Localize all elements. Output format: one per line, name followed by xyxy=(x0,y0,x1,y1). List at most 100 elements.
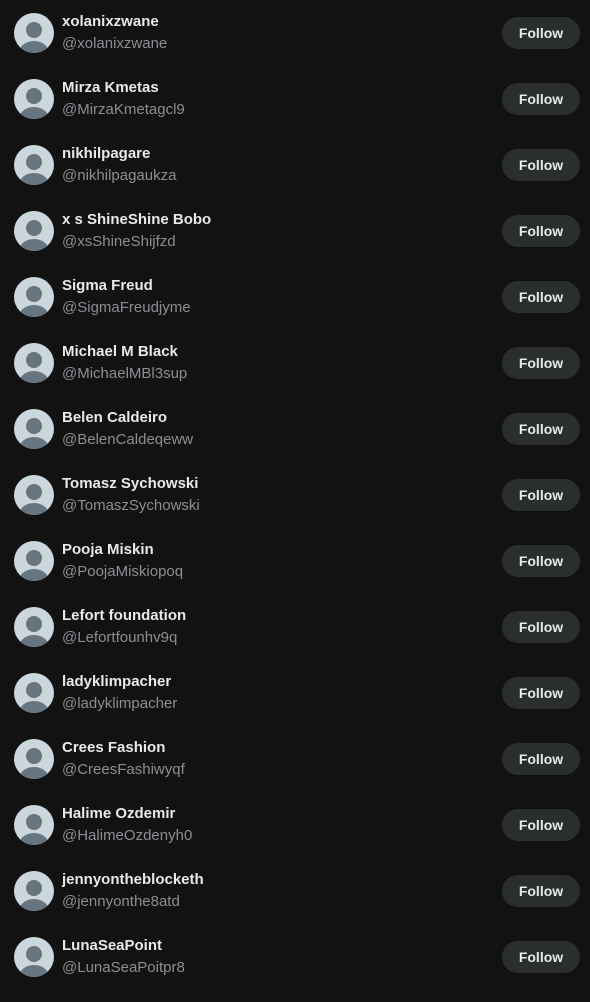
avatar-head-shape xyxy=(26,352,42,368)
default-profile-avatar-icon[interactable] xyxy=(14,871,54,911)
account-row[interactable]: Belen Caldeiro @BelenCaldeqeww Follow xyxy=(0,397,590,463)
default-profile-avatar-icon[interactable] xyxy=(14,739,54,779)
avatar-shoulders-shape xyxy=(19,107,49,119)
avatar-head-shape xyxy=(26,682,42,698)
account-handle[interactable]: @Lefortfounhv9q xyxy=(62,629,177,646)
avatar-shoulders-shape xyxy=(19,371,49,383)
avatar-head-shape xyxy=(26,286,42,302)
account-row[interactable]: nikhilpagare @nikhilpagaukza Follow xyxy=(0,133,590,199)
account-display-name[interactable]: Belen Caldeiro xyxy=(62,409,167,426)
account-display-name[interactable]: Michael M Black xyxy=(62,343,178,360)
avatar-shoulders-shape xyxy=(19,239,49,251)
default-profile-avatar-icon[interactable] xyxy=(14,937,54,977)
account-display-name[interactable]: x s ShineShine Bobo xyxy=(62,211,211,228)
default-profile-avatar-icon[interactable] xyxy=(14,277,54,317)
follow-button[interactable]: Follow xyxy=(502,281,580,313)
default-profile-avatar-icon[interactable] xyxy=(14,211,54,251)
account-row[interactable]: ladyklimpacher @ladyklimpacher Follow xyxy=(0,661,590,727)
account-handle[interactable]: @BelenCaldeqeww xyxy=(62,431,193,448)
avatar-shoulders-shape xyxy=(19,173,49,185)
account-row[interactable]: Pooja Miskin @PoojaMiskiopoq Follow xyxy=(0,529,590,595)
account-display-name[interactable]: Pooja Miskin xyxy=(62,541,154,558)
follow-button[interactable]: Follow xyxy=(502,875,580,907)
follow-button[interactable]: Follow xyxy=(502,677,580,709)
account-display-name[interactable]: Crees Fashion xyxy=(62,739,165,756)
avatar-shoulders-shape xyxy=(19,503,49,515)
avatar-head-shape xyxy=(26,880,42,896)
account-row[interactable]: Crees Fashion @CreesFashiwyqf Follow xyxy=(0,727,590,793)
avatar-head-shape xyxy=(26,748,42,764)
avatar-head-shape xyxy=(26,616,42,632)
avatar-head-shape xyxy=(26,22,42,38)
avatar-shoulders-shape xyxy=(19,767,49,779)
account-handle[interactable]: @jennyonthe8atd xyxy=(62,893,180,910)
account-display-name[interactable]: nikhilpagare xyxy=(62,145,150,162)
follow-button[interactable]: Follow xyxy=(502,149,580,181)
account-row[interactable]: xolanixzwane @xolanixzwane Follow xyxy=(0,1,590,67)
default-profile-avatar-icon[interactable] xyxy=(14,145,54,185)
avatar-head-shape xyxy=(26,484,42,500)
account-display-name[interactable]: Tomasz Sychowski xyxy=(62,475,198,492)
avatar-head-shape xyxy=(26,946,42,962)
follow-button[interactable]: Follow xyxy=(502,743,580,775)
avatar-shoulders-shape xyxy=(19,437,49,449)
avatar-shoulders-shape xyxy=(19,701,49,713)
account-display-name[interactable]: Halime Ozdemir xyxy=(62,805,175,822)
follow-button[interactable]: Follow xyxy=(502,347,580,379)
account-handle[interactable]: @xolanixzwane xyxy=(62,35,167,52)
account-handle[interactable]: @PoojaMiskiopoq xyxy=(62,563,183,580)
account-display-name[interactable]: LunaSeaPoint xyxy=(62,937,162,954)
account-display-name[interactable]: Lefort foundation xyxy=(62,607,186,624)
avatar-shoulders-shape xyxy=(19,305,49,317)
default-profile-avatar-icon[interactable] xyxy=(14,409,54,449)
default-profile-avatar-icon[interactable] xyxy=(14,79,54,119)
follow-button[interactable]: Follow xyxy=(502,611,580,643)
follow-button[interactable]: Follow xyxy=(502,83,580,115)
account-handle[interactable]: @TomaszSychowski xyxy=(62,497,200,514)
account-row[interactable]: Mirza Kmetas @MirzaKmetagcl9 Follow xyxy=(0,67,590,133)
follow-button[interactable]: Follow xyxy=(502,215,580,247)
default-profile-avatar-icon[interactable] xyxy=(14,475,54,515)
account-handle[interactable]: @nikhilpagaukza xyxy=(62,167,176,184)
avatar-shoulders-shape xyxy=(19,899,49,911)
account-handle[interactable]: @ladyklimpacher xyxy=(62,695,177,712)
account-display-name[interactable]: jennyontheblocketh xyxy=(62,871,204,888)
account-handle[interactable]: @MirzaKmetagcl9 xyxy=(62,101,185,118)
account-handle[interactable]: @SigmaFreudjyme xyxy=(62,299,191,316)
follow-button[interactable]: Follow xyxy=(502,17,580,49)
account-display-name[interactable]: ladyklimpacher xyxy=(62,673,171,690)
default-profile-avatar-icon[interactable] xyxy=(14,805,54,845)
default-profile-avatar-icon[interactable] xyxy=(14,607,54,647)
follow-button[interactable]: Follow xyxy=(502,479,580,511)
who-to-follow-list: xolanixzwane @xolanixzwane Follow Mirza Kme… xyxy=(0,0,590,991)
account-handle[interactable]: @CreesFashiwyqf xyxy=(62,761,185,778)
account-display-name[interactable]: xolanixzwane xyxy=(62,13,159,30)
account-display-name[interactable]: Sigma Freud xyxy=(62,277,153,294)
account-row[interactable]: x s ShineShine Bobo @xsShineShijfzd Follow xyxy=(0,199,590,265)
default-profile-avatar-icon[interactable] xyxy=(14,541,54,581)
follow-button[interactable]: Follow xyxy=(502,809,580,841)
default-profile-avatar-icon[interactable] xyxy=(14,343,54,383)
avatar-head-shape xyxy=(26,154,42,170)
account-row[interactable]: LunaSeaPoint @LunaSeaPoitpr8 Follow xyxy=(0,925,590,991)
account-handle[interactable]: @MichaelMBl3sup xyxy=(62,365,187,382)
account-row[interactable]: Lefort foundation @Lefortfounhv9q Follow xyxy=(0,595,590,661)
default-profile-avatar-icon[interactable] xyxy=(14,673,54,713)
account-display-name[interactable]: Mirza Kmetas xyxy=(62,79,159,96)
account-handle[interactable]: @xsShineShijfzd xyxy=(62,233,176,250)
account-handle[interactable]: @LunaSeaPoitpr8 xyxy=(62,959,185,976)
follow-button[interactable]: Follow xyxy=(502,545,580,577)
follow-button[interactable]: Follow xyxy=(502,941,580,973)
default-profile-avatar-icon[interactable] xyxy=(14,13,54,53)
account-row[interactable]: Sigma Freud @SigmaFreudjyme Follow xyxy=(0,265,590,331)
account-row[interactable]: Tomasz Sychowski @TomaszSychowski Follow xyxy=(0,463,590,529)
follow-button[interactable]: Follow xyxy=(502,413,580,445)
avatar-head-shape xyxy=(26,550,42,566)
avatar-head-shape xyxy=(26,814,42,830)
account-row[interactable]: jennyontheblocketh @jennyonthe8atd Follow xyxy=(0,859,590,925)
avatar-head-shape xyxy=(26,88,42,104)
account-row[interactable]: Michael M Black @MichaelMBl3sup Follow xyxy=(0,331,590,397)
account-row[interactable]: Halime Ozdemir @HalimeOzdenyh0 Follow xyxy=(0,793,590,859)
avatar-head-shape xyxy=(26,418,42,434)
account-handle[interactable]: @HalimeOzdenyh0 xyxy=(62,827,192,844)
